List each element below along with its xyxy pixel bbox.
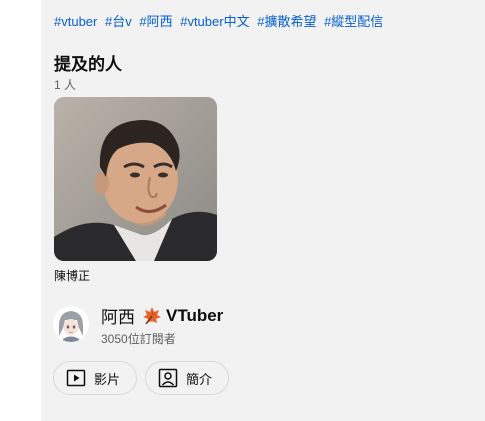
videos-button[interactable]: 影片 [53,361,137,395]
person-name: 陳博正 [54,269,91,283]
hashtag-link[interactable]: #擴散希望 [257,14,316,29]
channel-name-row[interactable]: 阿西 VTuber [101,303,223,328]
hashtag-list: #vtuber #台v #阿西 #vtuber中文 #擴散希望 #縱型配信 [54,11,387,30]
hashtag-link[interactable]: #vtuber [54,14,97,29]
hashtag-link[interactable]: #縱型配信 [324,14,383,29]
channel-avatar[interactable] [53,306,89,342]
person-card[interactable]: 陳博正 [54,97,217,284]
about-button-label: 簡介 [186,371,213,387]
portrait-icon [158,368,178,388]
channel-name: 阿西 [101,308,135,327]
subscriber-count: 3050位訂閱者 [101,332,176,346]
person-photo [54,97,217,261]
about-button[interactable]: 簡介 [145,361,229,395]
section-title: 提及的人 [54,55,122,74]
hashtag-link[interactable]: #台v [105,14,132,29]
section-count: 1 人 [54,78,77,92]
hashtag-link[interactable]: #阿西 [139,14,172,29]
maple-leaf-icon [143,306,161,324]
channel-row: 阿西 VTuber 3050位訂閱者 [53,303,373,347]
play-box-icon [66,369,86,387]
channel-badge-text: VTuber [166,305,224,325]
videos-button-label: 影片 [94,371,121,387]
hashtag-link[interactable]: #vtuber中文 [180,14,249,29]
